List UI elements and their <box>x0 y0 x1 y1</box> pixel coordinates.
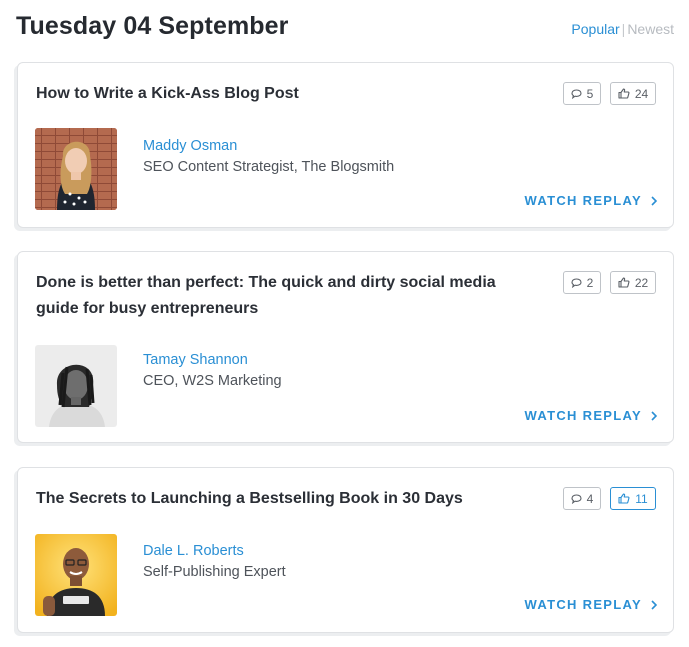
sort-popular-link[interactable]: Popular <box>571 21 619 37</box>
chevron-right-icon <box>651 410 657 421</box>
avatar <box>35 534 117 616</box>
sort-separator: | <box>621 21 626 37</box>
session-title[interactable]: The Secrets to Launching a Bestselling B… <box>36 486 496 512</box>
watch-replay-link[interactable]: WATCH REPLAY <box>525 408 657 423</box>
page-header: Tuesday 04 September Popular | Newest <box>16 12 676 46</box>
like-button[interactable]: 11 <box>610 487 656 510</box>
comments-count: 2 <box>586 275 594 290</box>
comments-button[interactable]: 2 <box>563 271 601 294</box>
comment-icon <box>571 493 582 504</box>
session-card: The Secrets to Launching a Bestselling B… <box>17 467 674 633</box>
session-card: Done is better than perfect: The quick a… <box>17 251 674 443</box>
likes-count: 24 <box>634 86 649 101</box>
avatar <box>35 345 117 427</box>
comment-icon <box>571 277 582 288</box>
thumbs-up-icon <box>618 493 630 504</box>
comments-count: 5 <box>586 86 594 101</box>
chevron-right-icon <box>651 195 657 206</box>
avatar <box>35 128 117 210</box>
speaker-name[interactable]: Tamay Shannon <box>143 352 248 368</box>
comment-icon <box>571 88 582 99</box>
watch-replay-label: WATCH REPLAY <box>524 597 642 612</box>
session-title[interactable]: Done is better than perfect: The quick a… <box>36 270 496 322</box>
session-title[interactable]: How to Write a Kick-Ass Blog Post <box>36 81 496 107</box>
chevron-right-icon <box>651 599 657 610</box>
speaker-name[interactable]: Maddy Osman <box>143 138 237 154</box>
watch-replay-label: WATCH REPLAY <box>524 408 642 423</box>
speaker-role: CEO, W2S Marketing <box>143 373 282 389</box>
sort-controls: Popular | Newest <box>571 21 674 37</box>
page-title: Tuesday 04 September <box>16 12 289 40</box>
speaker-role: SEO Content Strategist, The Blogsmith <box>143 159 395 175</box>
sort-newest-link[interactable]: Newest <box>627 21 674 37</box>
speaker-role: Self-Publishing Expert <box>143 564 286 580</box>
thumbs-up-icon <box>618 88 630 99</box>
watch-replay-label: WATCH REPLAY <box>524 193 642 208</box>
watch-replay-link[interactable]: WATCH REPLAY <box>525 597 657 612</box>
likes-count: 22 <box>634 275 649 290</box>
comments-count: 4 <box>586 491 594 506</box>
comments-button[interactable]: 4 <box>563 487 601 510</box>
likes-count: 11 <box>635 491 648 506</box>
thumbs-up-icon <box>618 277 630 288</box>
comments-button[interactable]: 5 <box>563 82 601 105</box>
session-card: How to Write a Kick-Ass Blog Post 5 24 M… <box>17 62 674 228</box>
watch-replay-link[interactable]: WATCH REPLAY <box>525 193 657 208</box>
like-button[interactable]: 24 <box>610 82 656 105</box>
like-button[interactable]: 22 <box>610 271 656 294</box>
speaker-name[interactable]: Dale L. Roberts <box>143 543 244 559</box>
